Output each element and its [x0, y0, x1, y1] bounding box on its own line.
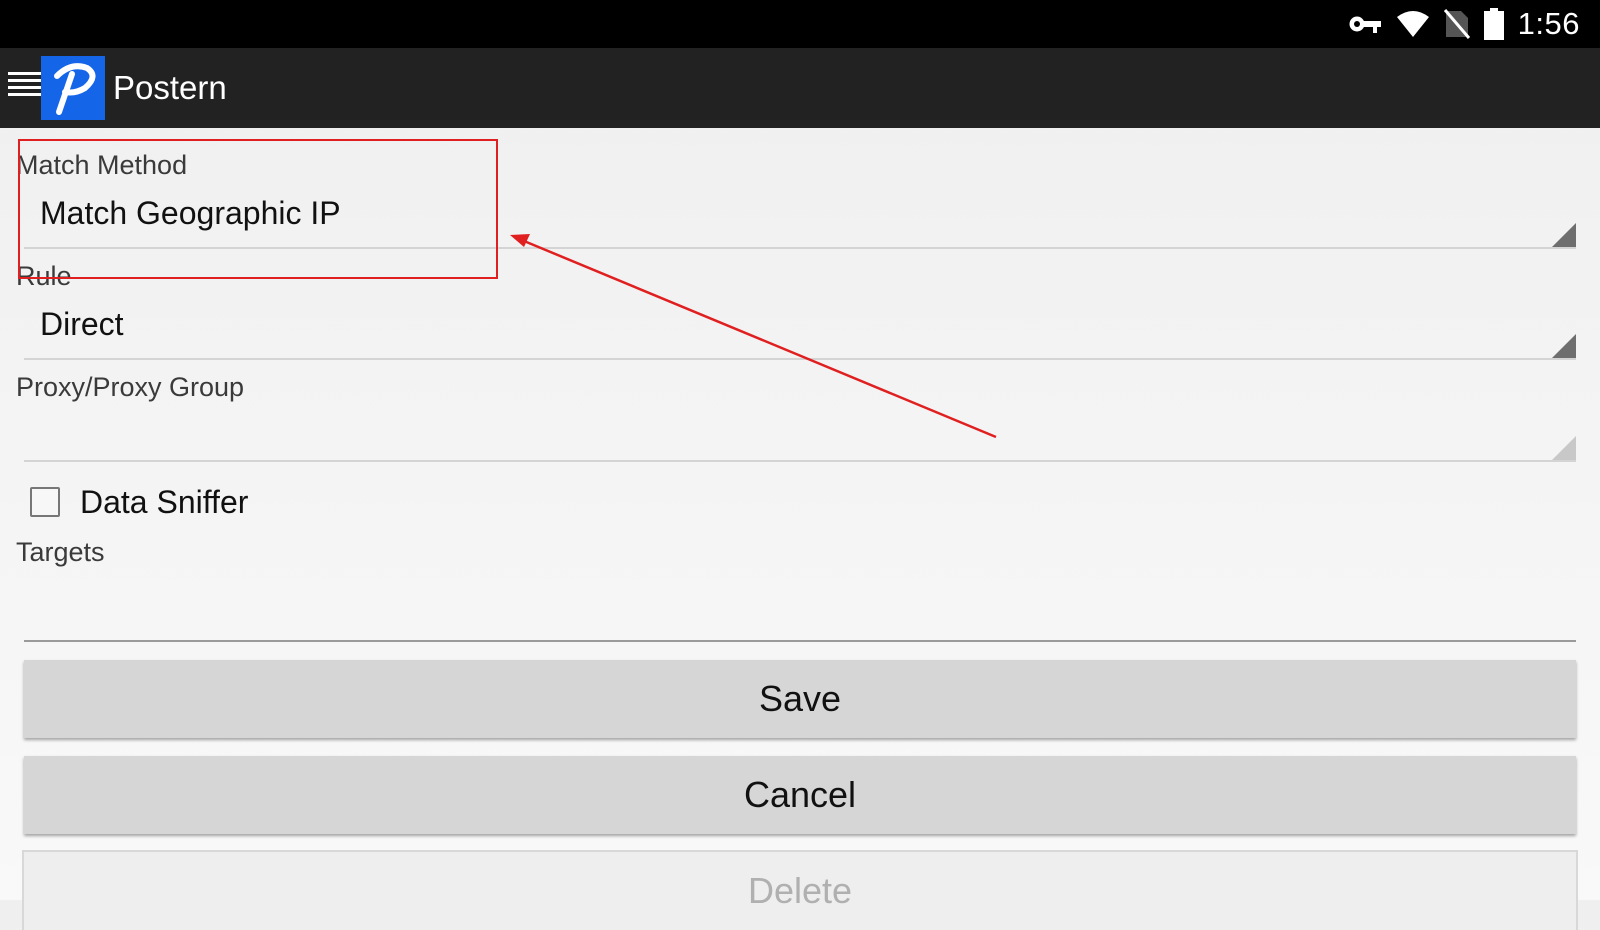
targets-label: Targets — [16, 537, 105, 567]
status-bar: 1:56 — [0, 0, 1600, 48]
postern-logo-icon[interactable] — [41, 56, 105, 120]
rule-value: Direct — [40, 306, 124, 342]
battery-icon — [1483, 8, 1504, 40]
clock: 1:56 — [1517, 6, 1580, 41]
data-sniffer-checkbox[interactable] — [30, 487, 60, 517]
proxy-group-spinner[interactable] — [24, 398, 1576, 462]
app-title: Postern — [113, 69, 227, 106]
rule-spinner[interactable]: Direct — [24, 296, 1576, 360]
dropdown-arrow-icon — [1552, 436, 1576, 460]
dropdown-arrow-icon — [1552, 223, 1576, 247]
data-sniffer-row[interactable]: Data Sniffer — [30, 480, 248, 524]
status-icons: 1:56 — [1348, 0, 1580, 48]
cancel-button[interactable]: Cancel — [24, 756, 1576, 834]
annotation-highlight-box — [18, 139, 498, 279]
hamburger-menu-icon[interactable] — [8, 72, 42, 102]
save-button[interactable]: Save — [24, 660, 1576, 738]
data-sniffer-label: Data Sniffer — [80, 484, 249, 520]
action-bar: Postern — [0, 48, 1600, 128]
dropdown-arrow-icon — [1552, 334, 1576, 358]
delete-button[interactable]: Delete — [24, 852, 1576, 930]
wifi-icon — [1396, 10, 1430, 38]
no-sim-icon — [1443, 9, 1470, 39]
targets-input[interactable] — [24, 580, 1576, 642]
vpn-key-icon — [1348, 13, 1382, 35]
